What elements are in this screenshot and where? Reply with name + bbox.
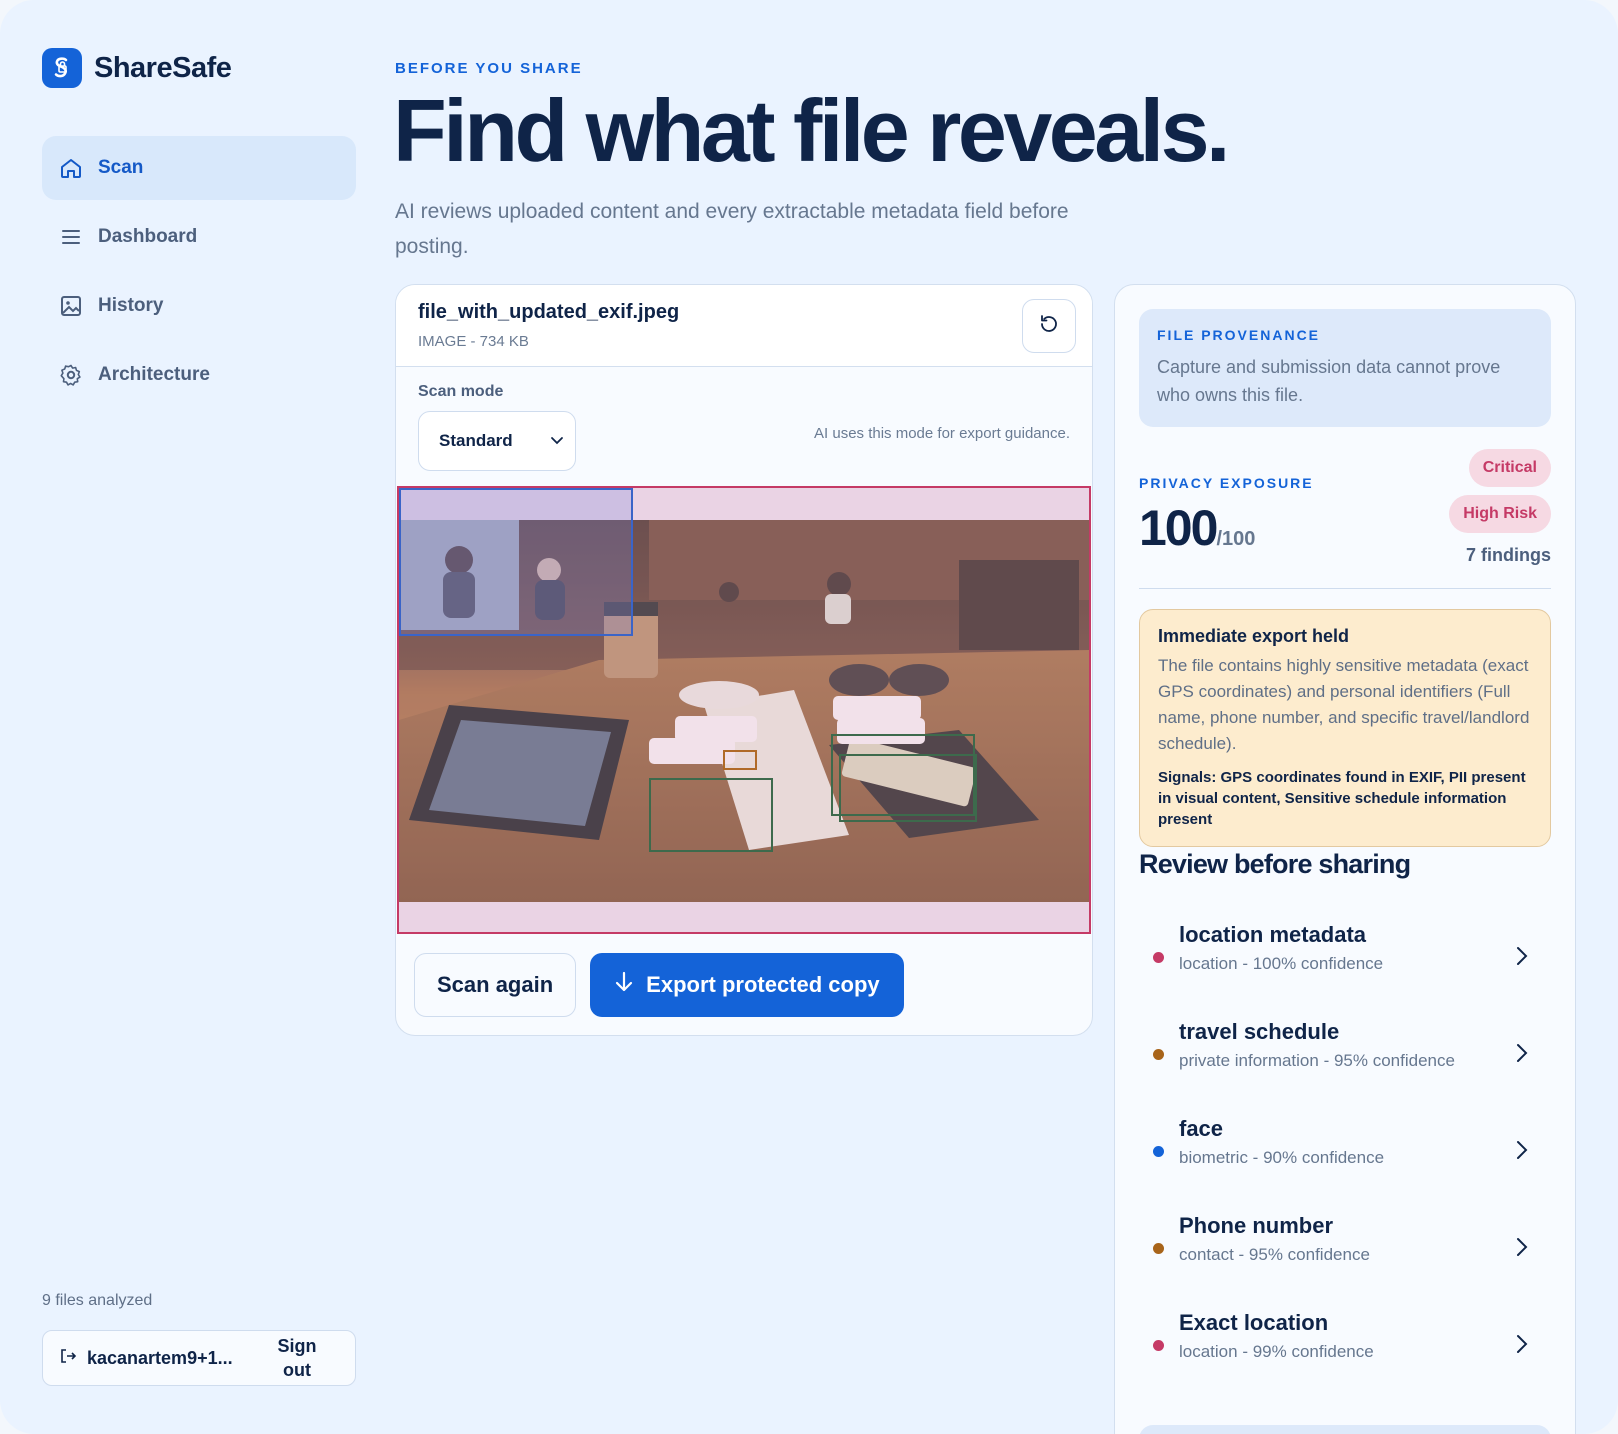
file-meta: IMAGE - 734 KB — [418, 333, 529, 350]
export-button[interactable]: Export protected copy — [590, 953, 904, 1017]
provenance-label: FILE PROVENANCE — [1157, 327, 1321, 343]
page-eyebrow: BEFORE YOU SHARE — [395, 60, 583, 77]
severity-dot — [1153, 1243, 1164, 1254]
alert-signals: Signals: GPS coordinates found in EXIF, … — [1158, 769, 1526, 828]
sidebar-item-label: History — [98, 295, 164, 316]
score-value: 100 — [1139, 500, 1218, 556]
rescan-button[interactable] — [1022, 299, 1076, 353]
image-icon — [58, 293, 84, 319]
chevron-right-icon — [1515, 1138, 1529, 1167]
provenance-card: FILE PROVENANCE Capture and submission d… — [1139, 309, 1551, 427]
findings-count: 7 findings — [1466, 545, 1551, 565]
scan-again-button[interactable]: Scan again — [414, 953, 577, 1017]
finding-item[interactable]: location metadata location - 100% confid… — [1139, 910, 1551, 1007]
redaction-block — [833, 696, 921, 720]
sidebar-item-history[interactable]: History — [42, 274, 356, 338]
scan-mode-row: Scan mode Standard AI uses this mode for… — [396, 367, 1092, 487]
sidebar-item-dashboard[interactable]: Dashboard — [42, 205, 356, 269]
scan-mode-hint: AI uses this mode for export guidance. — [814, 425, 1070, 442]
export-held-alert: Immediate export held The file contains … — [1139, 609, 1551, 847]
chevron-right-icon — [1515, 1041, 1529, 1070]
sharesafe-logo-icon — [42, 48, 82, 88]
file-name: file_with_updated_exif.jpeg — [418, 301, 680, 323]
severity-dot — [1153, 1340, 1164, 1351]
page-title: Find what file reveals. — [393, 81, 1231, 180]
download-arrow-icon — [614, 971, 634, 999]
severity-dot — [1153, 952, 1164, 963]
finding-item[interactable]: Exact location location - 99% confidence — [1139, 1298, 1551, 1395]
finding-subtitle: location - 99% confidence — [1179, 1342, 1374, 1361]
chevron-right-icon — [1515, 944, 1529, 973]
sidebar-item-architecture[interactable]: Architecture — [42, 343, 356, 407]
schedule-detection-box — [649, 778, 773, 852]
app-logo[interactable]: ShareSafe — [42, 48, 232, 88]
app-name: ShareSafe — [94, 51, 232, 84]
scan-mode-value: Standard — [439, 431, 513, 450]
file-header: file_with_updated_exif.jpeg IMAGE - 734 … — [396, 285, 1092, 367]
chevron-right-icon — [1515, 1332, 1529, 1361]
provenance-text: Capture and submission data cannot prove… — [1157, 357, 1501, 405]
privacy-exposure: PRIVACY EXPOSURE 100/100 Critical High R… — [1139, 449, 1551, 589]
finding-title: face — [1179, 1116, 1224, 1141]
scan-mode-select[interactable]: Standard — [418, 411, 576, 471]
name-detection-box — [723, 750, 757, 770]
chevron-right-icon — [1515, 1235, 1529, 1264]
logout-icon — [59, 1347, 77, 1370]
account-username: kacanartem9+1... — [87, 1347, 233, 1368]
severity-dot — [1153, 1146, 1164, 1157]
image-preview — [397, 486, 1091, 934]
alert-title: Immediate export held — [1158, 626, 1350, 646]
finding-item[interactable]: face biometric - 90% confidence — [1139, 1104, 1551, 1201]
review-heading: Review before sharing — [1139, 849, 1411, 879]
page-subtitle: AI reviews uploaded content and every ex… — [395, 200, 1069, 258]
finding-title: Exact location — [1179, 1310, 1329, 1335]
menu-icon — [58, 224, 84, 250]
sidebar-item-scan[interactable]: Scan — [42, 136, 356, 200]
action-row: Scan again Export protected copy — [414, 953, 904, 1017]
export-button-label: Export protected copy — [646, 972, 880, 997]
alert-body: The file contains highly sensitive metad… — [1158, 656, 1530, 753]
exposure-score: 100/100 — [1139, 499, 1255, 557]
critical-badge: Critical — [1468, 449, 1551, 487]
chevron-down-icon — [549, 432, 565, 453]
results-panel: FILE PROVENANCE Capture and submission d… — [1114, 284, 1576, 1434]
scan-mode-label: Scan mode — [418, 383, 504, 400]
finding-title: location metadata — [1179, 922, 1367, 947]
finding-subtitle: contact - 95% confidence — [1179, 1245, 1370, 1264]
sign-out-button[interactable]: Sign out — [267, 1334, 327, 1382]
sidebar-item-label: Scan — [98, 157, 144, 178]
gear-icon — [58, 362, 84, 388]
sidebar-item-label: Architecture — [98, 364, 210, 385]
phone-detection-box-inner — [839, 754, 977, 822]
findings-list: location metadata location - 100% confid… — [1139, 910, 1551, 1395]
finding-subtitle: biometric - 90% confidence — [1179, 1148, 1385, 1167]
finding-subtitle: location - 100% confidence — [1179, 954, 1384, 973]
home-icon — [58, 155, 84, 181]
finding-subtitle: private information - 95% confidence — [1179, 1051, 1455, 1070]
file-card: file_with_updated_exif.jpeg IMAGE - 734 … — [395, 284, 1093, 1036]
account-box: kacanartem9+1... Sign out — [42, 1330, 356, 1386]
finding-item[interactable]: Phone number contact - 95% confidence — [1139, 1201, 1551, 1298]
sidebar-item-label: Dashboard — [98, 226, 198, 247]
finding-item[interactable]: travel schedule private information - 95… — [1139, 1007, 1551, 1104]
finding-title: travel schedule — [1179, 1019, 1340, 1044]
score-max: /100 — [1216, 528, 1256, 550]
risk-badge: High Risk — [1449, 495, 1551, 533]
sidebar-nav: Scan Dashboard History Architecture — [42, 136, 356, 412]
exposure-label: PRIVACY EXPOSURE — [1139, 475, 1314, 491]
refresh-icon — [1037, 312, 1061, 341]
severity-dot — [1153, 1049, 1164, 1060]
finding-title: Phone number — [1179, 1213, 1334, 1238]
files-analyzed-count: 9 files analyzed — [42, 1292, 153, 1309]
next-card-peek — [1139, 1425, 1551, 1434]
face-detection-box — [399, 488, 633, 636]
app-window: ShareSafe Scan Dashboard History Archite… — [0, 0, 1618, 1434]
